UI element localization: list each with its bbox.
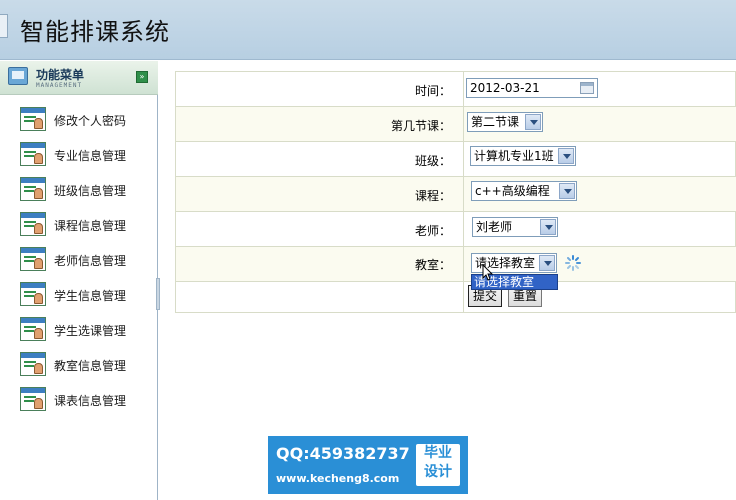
sidebar-item-class[interactable]: 班级信息管理 xyxy=(20,177,155,201)
sidebar-item-label: 修改个人密码 xyxy=(54,114,127,128)
form-row-teacher: 老师： xyxy=(176,212,736,247)
form-row-actions xyxy=(176,282,736,313)
app-title: 智能排课系统 xyxy=(20,18,170,46)
menu-header: 功能菜单 MANAGEMENT » xyxy=(0,61,158,95)
course-select[interactable]: c++高级编程 xyxy=(471,181,577,201)
form-row-period: 第几节课： xyxy=(176,107,736,142)
user-card-icon xyxy=(20,177,46,201)
sidebar: 功能菜单 MANAGEMENT » 修改个人密码 专业信息管理 班级信息管理 课… xyxy=(0,61,158,500)
watermark-url: www.kecheng8.com xyxy=(276,472,400,485)
date-input[interactable]: 2012-03-21 xyxy=(466,78,598,98)
sidebar-item-label: 学生信息管理 xyxy=(54,289,127,303)
sidebar-item-change-password[interactable]: 修改个人密码 xyxy=(20,107,155,131)
sidebar-item-label: 老师信息管理 xyxy=(54,254,127,268)
menu-subtitle: MANAGEMENT xyxy=(36,82,83,89)
header-edge-tab xyxy=(0,14,8,38)
user-card-icon xyxy=(20,142,46,166)
sidebar-item-teacher[interactable]: 老师信息管理 xyxy=(20,247,155,271)
user-card-icon xyxy=(20,247,46,271)
sidebar-item-label: 专业信息管理 xyxy=(54,149,127,163)
chevron-down-icon[interactable] xyxy=(559,183,575,199)
mouse-pointer-icon xyxy=(482,264,494,281)
user-card-icon xyxy=(20,317,46,341)
chevron-down-icon[interactable] xyxy=(539,255,555,271)
calendar-icon[interactable] xyxy=(580,82,594,94)
sidebar-item-label: 教室信息管理 xyxy=(54,359,127,373)
user-card-icon xyxy=(20,387,46,411)
chevron-down-icon[interactable] xyxy=(525,114,541,130)
watermark-badge: 毕业 设计 xyxy=(416,444,460,486)
user-card-icon xyxy=(20,282,46,306)
sidebar-item-label: 班级信息管理 xyxy=(54,184,127,198)
form-row-course: 课程： xyxy=(176,177,736,212)
sidebar-item-course[interactable]: 课程信息管理 xyxy=(20,212,155,236)
sidebar-item-label: 学生选课管理 xyxy=(54,324,127,338)
app-window: 智能排课系统 功能菜单 MANAGEMENT » 修改个人密码 专业信息管理 班… xyxy=(0,0,736,500)
room-label: 教室： xyxy=(414,258,451,272)
date-value: 2012-03-21 xyxy=(470,81,540,95)
menu-icon xyxy=(8,67,28,85)
teacher-select[interactable]: 刘老师 xyxy=(472,217,558,237)
class-select[interactable]: 计算机专业1班 xyxy=(470,146,576,166)
chevron-down-icon[interactable] xyxy=(558,148,574,164)
sidebar-item-label: 课表信息管理 xyxy=(54,394,127,408)
watermark-qq: QQ:459382737 xyxy=(276,444,410,463)
sidebar-item-timetable[interactable]: 课表信息管理 xyxy=(20,387,155,411)
teacher-label: 老师： xyxy=(414,224,451,238)
collapse-icon[interactable]: » xyxy=(136,71,148,83)
user-card-icon xyxy=(20,212,46,236)
watermark-badge-line1: 毕业 xyxy=(424,445,452,461)
period-select[interactable]: 第二节课 xyxy=(467,112,543,132)
sidebar-item-label: 课程信息管理 xyxy=(54,219,127,233)
sidebar-splitter-handle[interactable] xyxy=(156,278,160,310)
sidebar-item-student-selection[interactable]: 学生选课管理 xyxy=(20,317,155,341)
class-value: 计算机专业1班 xyxy=(474,149,554,163)
sidebar-item-classroom[interactable]: 教室信息管理 xyxy=(20,352,155,376)
sidebar-item-major[interactable]: 专业信息管理 xyxy=(20,142,155,166)
course-label: 课程： xyxy=(414,189,451,203)
user-card-icon xyxy=(20,352,46,376)
watermark-badge-line2: 设计 xyxy=(424,464,452,480)
watermark-banner: QQ:459382737 www.kecheng8.com 毕业 设计 xyxy=(268,436,468,494)
period-value: 第二节课 xyxy=(471,115,520,129)
chevron-down-icon[interactable] xyxy=(540,219,556,235)
form-row-room: 教室： xyxy=(176,247,736,282)
schedule-form: 时间： 第几节课： 班级： 课程： 老师： 教室： xyxy=(175,71,736,313)
class-label: 班级： xyxy=(414,154,451,168)
loading-spinner-icon xyxy=(565,255,581,271)
form-row-class: 班级： xyxy=(176,142,736,177)
sidebar-item-student[interactable]: 学生信息管理 xyxy=(20,282,155,306)
time-label: 时间： xyxy=(414,84,451,98)
form-row-time: 时间： xyxy=(176,72,736,107)
app-header: 智能排课系统 xyxy=(0,0,736,60)
teacher-value: 刘老师 xyxy=(476,220,513,234)
course-value: c++高级编程 xyxy=(475,184,550,198)
menu-title: 功能菜单 xyxy=(36,68,85,82)
user-card-icon xyxy=(20,107,46,131)
period-label: 第几节课： xyxy=(390,119,451,133)
